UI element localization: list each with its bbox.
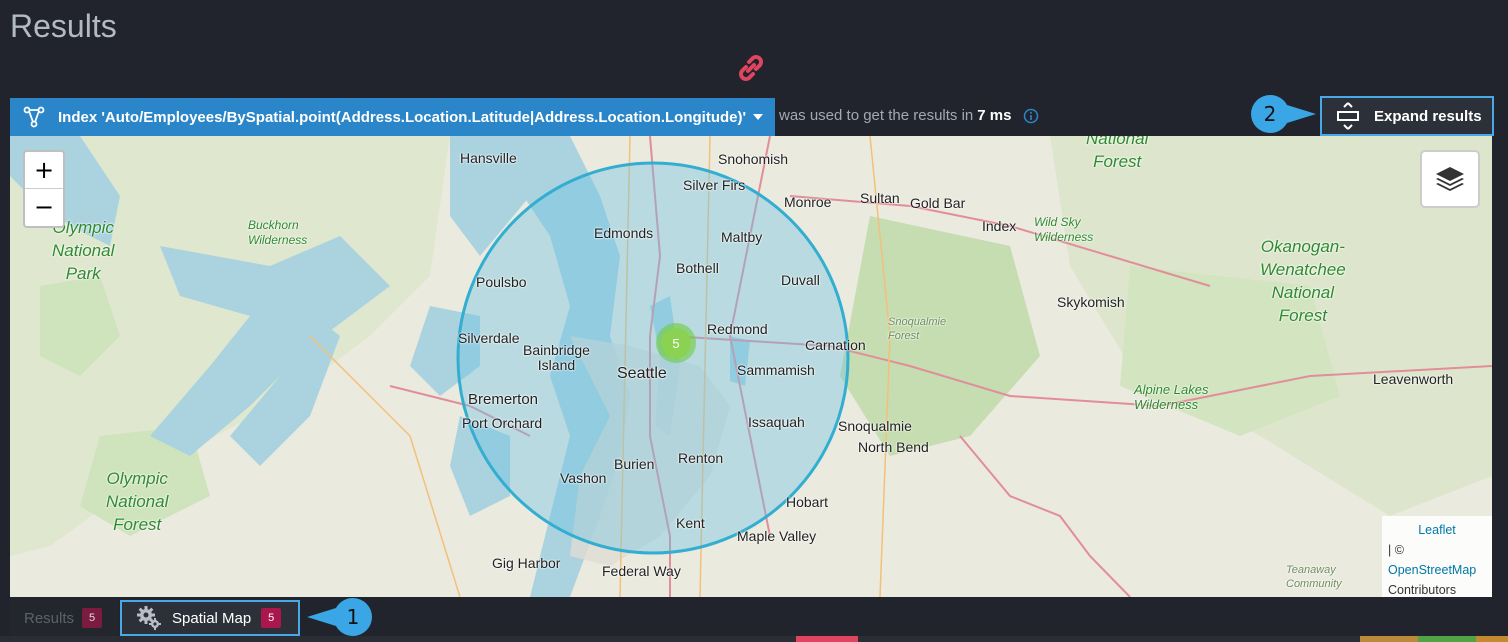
map-label: Duvall bbox=[781, 272, 820, 288]
map-label: Hansville bbox=[460, 150, 517, 166]
map-label: Wild Sky Wilderness bbox=[1034, 215, 1094, 244]
cluster-marker[interactable]: 5 bbox=[656, 323, 696, 363]
zoom-out-button[interactable]: − bbox=[25, 189, 63, 226]
index-icon bbox=[23, 106, 45, 128]
map-label: Gold Bar bbox=[910, 195, 966, 211]
tab-results-label: Results bbox=[24, 609, 75, 627]
map-label: Vashon bbox=[560, 470, 607, 486]
info-icon[interactable] bbox=[1023, 108, 1039, 124]
map-label: Issaquah bbox=[748, 414, 805, 430]
map-label: Maple Valley bbox=[737, 528, 817, 544]
map-label: Poulsbo bbox=[476, 274, 527, 290]
map-label: Gig Harbor bbox=[492, 555, 561, 571]
map-label: Okanogan- Wenatchee National Forest bbox=[1260, 237, 1346, 325]
page-title: Results bbox=[10, 8, 117, 44]
map-label: Carnation bbox=[805, 337, 866, 353]
zoom-in-button[interactable]: + bbox=[25, 152, 63, 189]
map-label: Silverdale bbox=[458, 330, 520, 346]
layers-button[interactable] bbox=[1420, 150, 1480, 208]
expand-results-button[interactable]: Expand results bbox=[1320, 96, 1494, 136]
attribution-contributors: Contributors bbox=[1388, 583, 1457, 597]
map-label: Silver Firs bbox=[683, 177, 746, 193]
map-label: Snoqualmie Forest bbox=[888, 316, 947, 342]
map-label: Port Orchard bbox=[462, 415, 543, 431]
link-icon[interactable] bbox=[733, 50, 769, 86]
map-label: Burien bbox=[614, 456, 655, 472]
map-label: Federal Way bbox=[602, 563, 681, 579]
map-label: National Forest bbox=[1086, 136, 1149, 171]
zoom-control: + − bbox=[23, 150, 65, 228]
timing-prefix: was used to get the results in bbox=[779, 107, 974, 124]
index-selector[interactable]: Index 'Auto/Employees/BySpatial.point(Ad… bbox=[10, 98, 775, 136]
index-name: Index 'Auto/Employees/BySpatial.point(Ad… bbox=[58, 108, 747, 126]
map-label: Renton bbox=[678, 450, 724, 466]
spatial-map[interactable]: Hansville Snohomish Silver Firs Monroe S… bbox=[10, 136, 1492, 597]
map-label: Redmond bbox=[707, 321, 768, 337]
expand-icon bbox=[1337, 102, 1359, 130]
openstreetmap-link[interactable]: OpenStreetMap bbox=[1388, 563, 1476, 577]
layers-icon bbox=[1436, 167, 1464, 191]
map-label: Skykomish bbox=[1057, 294, 1125, 310]
callout-2: 2 bbox=[1250, 94, 1316, 134]
map-label: Snohomish bbox=[718, 151, 789, 167]
map-label: Sultan bbox=[860, 190, 900, 206]
map-label: Index bbox=[982, 218, 1017, 234]
map-label: Teanaway Community bbox=[1286, 564, 1342, 590]
map-label: Monroe bbox=[784, 194, 832, 210]
map-label: Maltby bbox=[721, 229, 763, 245]
expand-results-label: Expand results bbox=[1374, 107, 1482, 125]
map-label: Bremerton bbox=[468, 391, 539, 408]
tab-spatial-map-label: Spatial Map bbox=[172, 609, 252, 627]
map-label: Hobart bbox=[786, 494, 829, 510]
map-label: Bothell bbox=[676, 260, 719, 276]
map-label: Kent bbox=[676, 515, 705, 531]
tab-spatial-map[interactable]: Spatial Map 5 bbox=[120, 600, 300, 636]
status-strip bbox=[0, 636, 1508, 642]
tab-results[interactable]: Results 5 bbox=[10, 600, 118, 636]
map-label: Edmonds bbox=[594, 225, 654, 241]
callout-number: 2 bbox=[1263, 102, 1277, 126]
query-timing: was used to get the results in 7 ms bbox=[779, 107, 1039, 124]
map-label: Bainbridge Island bbox=[523, 342, 590, 373]
timing-value: 7 ms bbox=[977, 107, 1012, 124]
callout-1: 1 bbox=[305, 597, 375, 637]
map-label: Olympic National Forest bbox=[106, 469, 169, 534]
map-label: North Bend bbox=[858, 439, 929, 455]
chevron-down-icon bbox=[753, 114, 763, 120]
leaflet-link[interactable]: Leaflet bbox=[1418, 523, 1456, 537]
map-label: Buckhorn Wilderness bbox=[248, 218, 308, 247]
cluster-count: 5 bbox=[661, 328, 691, 358]
callout-number: 1 bbox=[346, 605, 360, 629]
map-label: Sammamish bbox=[737, 362, 815, 378]
attribution-sep: | © bbox=[1388, 543, 1404, 557]
map-attribution: Leaflet | © OpenStreetMap Contributors bbox=[1382, 516, 1492, 597]
map-label: Leavenworth bbox=[1373, 371, 1454, 387]
map-label: Snoqualmie bbox=[838, 418, 912, 434]
tab-spatial-map-count: 5 bbox=[261, 608, 282, 628]
tab-results-count: 5 bbox=[82, 608, 103, 628]
map-label: Seattle bbox=[617, 365, 667, 382]
map-label: Alpine Lakes Wilderness bbox=[1134, 382, 1209, 412]
gears-icon bbox=[137, 606, 161, 630]
